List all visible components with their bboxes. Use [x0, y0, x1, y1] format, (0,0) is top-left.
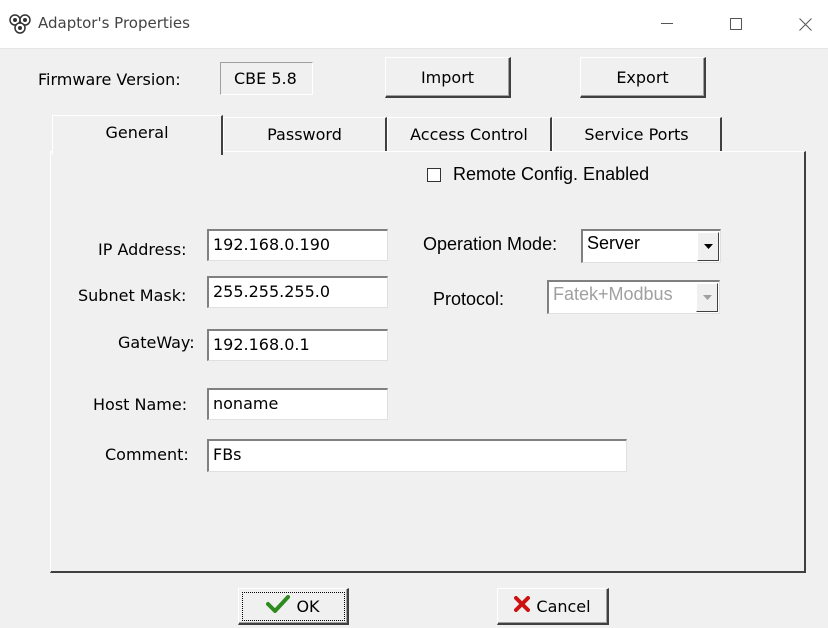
gateway-label: GateWay: [118, 333, 195, 352]
subnet-mask-field[interactable]: 255.255.255.0 [207, 276, 388, 308]
comment-field[interactable]: FBs [207, 439, 627, 472]
checkmark-icon [266, 595, 291, 617]
ok-button[interactable]: OK [238, 588, 349, 625]
operation-mode-value: Server [587, 233, 641, 253]
remote-config-checkbox[interactable] [427, 168, 441, 182]
protocol-value: Fatek+Modbus [553, 284, 673, 304]
maximize-icon[interactable] [713, 0, 759, 48]
operation-mode-label: Operation Mode: [423, 234, 558, 254]
ok-button-label: OK [296, 596, 320, 616]
tab-general[interactable]: General [52, 115, 223, 155]
chevron-down-icon[interactable] [696, 283, 718, 312]
protocol-select[interactable]: Fatek+Modbus [547, 280, 720, 314]
firmware-version-label: Firmware Version: [38, 70, 181, 89]
operation-mode-select[interactable]: Server [581, 229, 721, 263]
comment-label: Comment: [105, 445, 189, 464]
host-name-field[interactable]: noname [207, 388, 388, 420]
cancel-button-label: Cancel [536, 596, 591, 616]
cancel-button[interactable]: Cancel [497, 588, 609, 625]
window-title: Adaptor's Properties [38, 14, 190, 32]
gateway-field[interactable]: 192.168.0.1 [207, 329, 388, 361]
close-icon[interactable] [782, 0, 828, 48]
firmware-version-value: CBE 5.8 [220, 62, 313, 95]
adaptor-app-icon [9, 14, 31, 34]
remote-config-label: Remote Config. Enabled [453, 164, 650, 184]
tab-password[interactable]: Password [223, 117, 387, 153]
protocol-label: Protocol: [433, 289, 505, 309]
x-mark-icon [514, 596, 531, 616]
tab-service-ports[interactable]: Service Ports [552, 117, 722, 153]
chevron-down-icon[interactable] [697, 232, 719, 261]
host-name-label: Host Name: [93, 395, 188, 414]
general-tab-panel [50, 151, 806, 573]
tab-access-control[interactable]: Access Control [387, 117, 552, 153]
title-bar: Adaptor's Properties [0, 0, 828, 49]
ip-address-field[interactable]: 192.168.0.190 [207, 229, 388, 261]
minimize-icon[interactable] [644, 0, 690, 48]
import-button[interactable]: Import [385, 57, 511, 98]
subnet-mask-label: Subnet Mask: [78, 286, 187, 305]
ip-address-label: IP Address: [98, 240, 187, 259]
export-button[interactable]: Export [580, 57, 706, 98]
